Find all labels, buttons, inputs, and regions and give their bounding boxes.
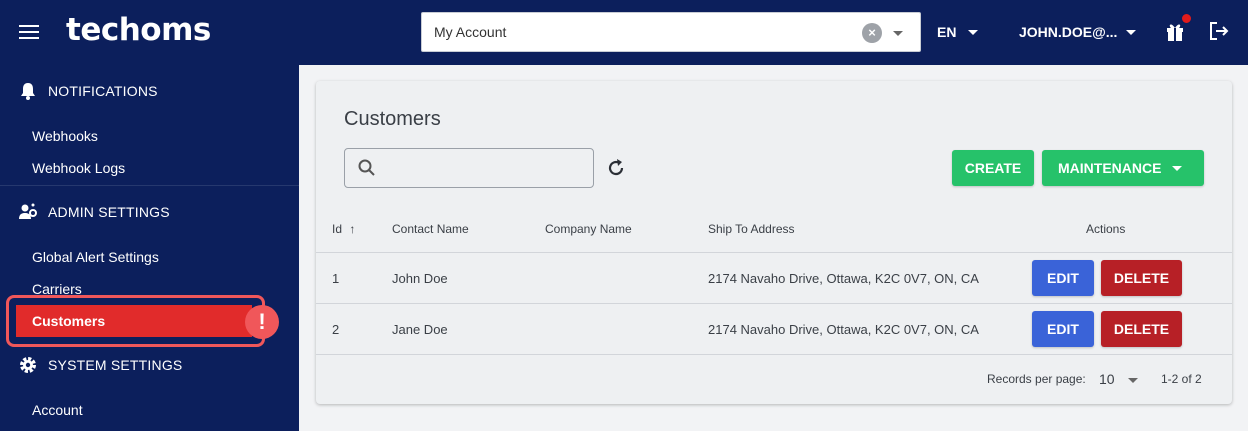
cell-id: 1 [332,271,340,286]
admin-icon [19,203,37,219]
edit-button[interactable]: EDIT [1032,311,1094,347]
section-admin-settings[interactable]: ADMIN SETTINGS [0,202,299,222]
column-label: Id [332,222,343,236]
cell-contact-name: John Doe [392,271,448,286]
column-header-ship-to-address[interactable]: Ship To Address [708,222,795,236]
search-icon [358,159,375,176]
chevron-down-icon[interactable] [893,31,903,36]
sidebar: NOTIFICATIONS Webhooks Webhook Logs ADMI… [0,65,299,431]
records-per-page-value: 10 [1099,371,1115,387]
row-divider [316,354,1232,355]
account-select[interactable]: My Account × [421,12,921,52]
notification-dot [1181,13,1192,24]
chevron-down-icon [1128,378,1138,383]
customers-card: Customers CREATE MAINTENANCE Id ↑ Contac… [316,81,1232,404]
chevron-down-icon [1172,166,1182,171]
highlight-annotation [6,295,265,347]
column-header-company-name[interactable]: Company Name [545,222,632,236]
sidebar-item-webhook-logs[interactable]: Webhook Logs [32,160,125,176]
create-button[interactable]: CREATE [952,150,1034,186]
gift-icon[interactable] [1165,20,1185,42]
section-system-settings[interactable]: SYSTEM SETTINGS [0,355,299,375]
search-input[interactable] [385,157,585,179]
pagination-range: 1-2 of 2 [1161,372,1202,386]
section-label: NOTIFICATIONS [48,83,158,99]
clear-icon[interactable]: × [862,23,882,43]
language-chevron-icon[interactable] [968,30,978,35]
language-select[interactable]: EN [937,24,956,40]
top-bar: techoms My Account × EN JOHN.DOE@... [0,0,1248,65]
user-chevron-icon[interactable] [1126,30,1136,35]
cell-ship-to-address: 2174 Navaho Drive, Ottawa, K2C 0V7, ON, … [708,322,979,337]
cell-ship-to-address: 2174 Navaho Drive, Ottawa, K2C 0V7, ON, … [708,271,979,286]
delete-button[interactable]: DELETE [1101,311,1182,347]
divider [0,185,299,186]
section-notifications[interactable]: NOTIFICATIONS [0,81,299,101]
maintenance-label: MAINTENANCE [1058,160,1162,176]
refresh-icon[interactable] [605,157,627,179]
alert-badge: ! [245,305,279,339]
sidebar-item-account[interactable]: Account [32,402,83,418]
cell-contact-name: Jane Doe [392,322,448,337]
sidebar-item-webhooks[interactable]: Webhooks [32,128,98,144]
sidebar-item-global-alert-settings[interactable]: Global Alert Settings [32,249,159,265]
column-header-id[interactable]: Id ↑ [332,222,355,236]
edit-button[interactable]: EDIT [1032,260,1094,296]
page-title: Customers [344,108,441,130]
section-label: SYSTEM SETTINGS [48,357,183,373]
delete-button[interactable]: DELETE [1101,260,1182,296]
menu-icon[interactable] [19,25,39,39]
section-label: ADMIN SETTINGS [48,204,170,220]
cell-id: 2 [332,322,340,337]
row-divider [316,303,1232,304]
logout-icon[interactable] [1208,20,1230,42]
records-per-page-select[interactable]: 10 [1099,371,1138,387]
row-divider [316,252,1232,253]
column-header-contact-name[interactable]: Contact Name [392,222,469,236]
records-per-page-label: Records per page: [987,372,1086,386]
column-header-actions: Actions [1086,222,1126,236]
search-field[interactable] [344,148,594,188]
maintenance-button[interactable]: MAINTENANCE [1042,150,1204,186]
sort-arrow-up-icon: ↑ [349,222,356,236]
gear-icon [20,357,36,373]
bell-icon [21,83,35,100]
user-menu[interactable]: JOHN.DOE@... [1019,24,1117,40]
account-select-value: My Account [434,24,507,40]
logo: techoms [66,12,211,48]
